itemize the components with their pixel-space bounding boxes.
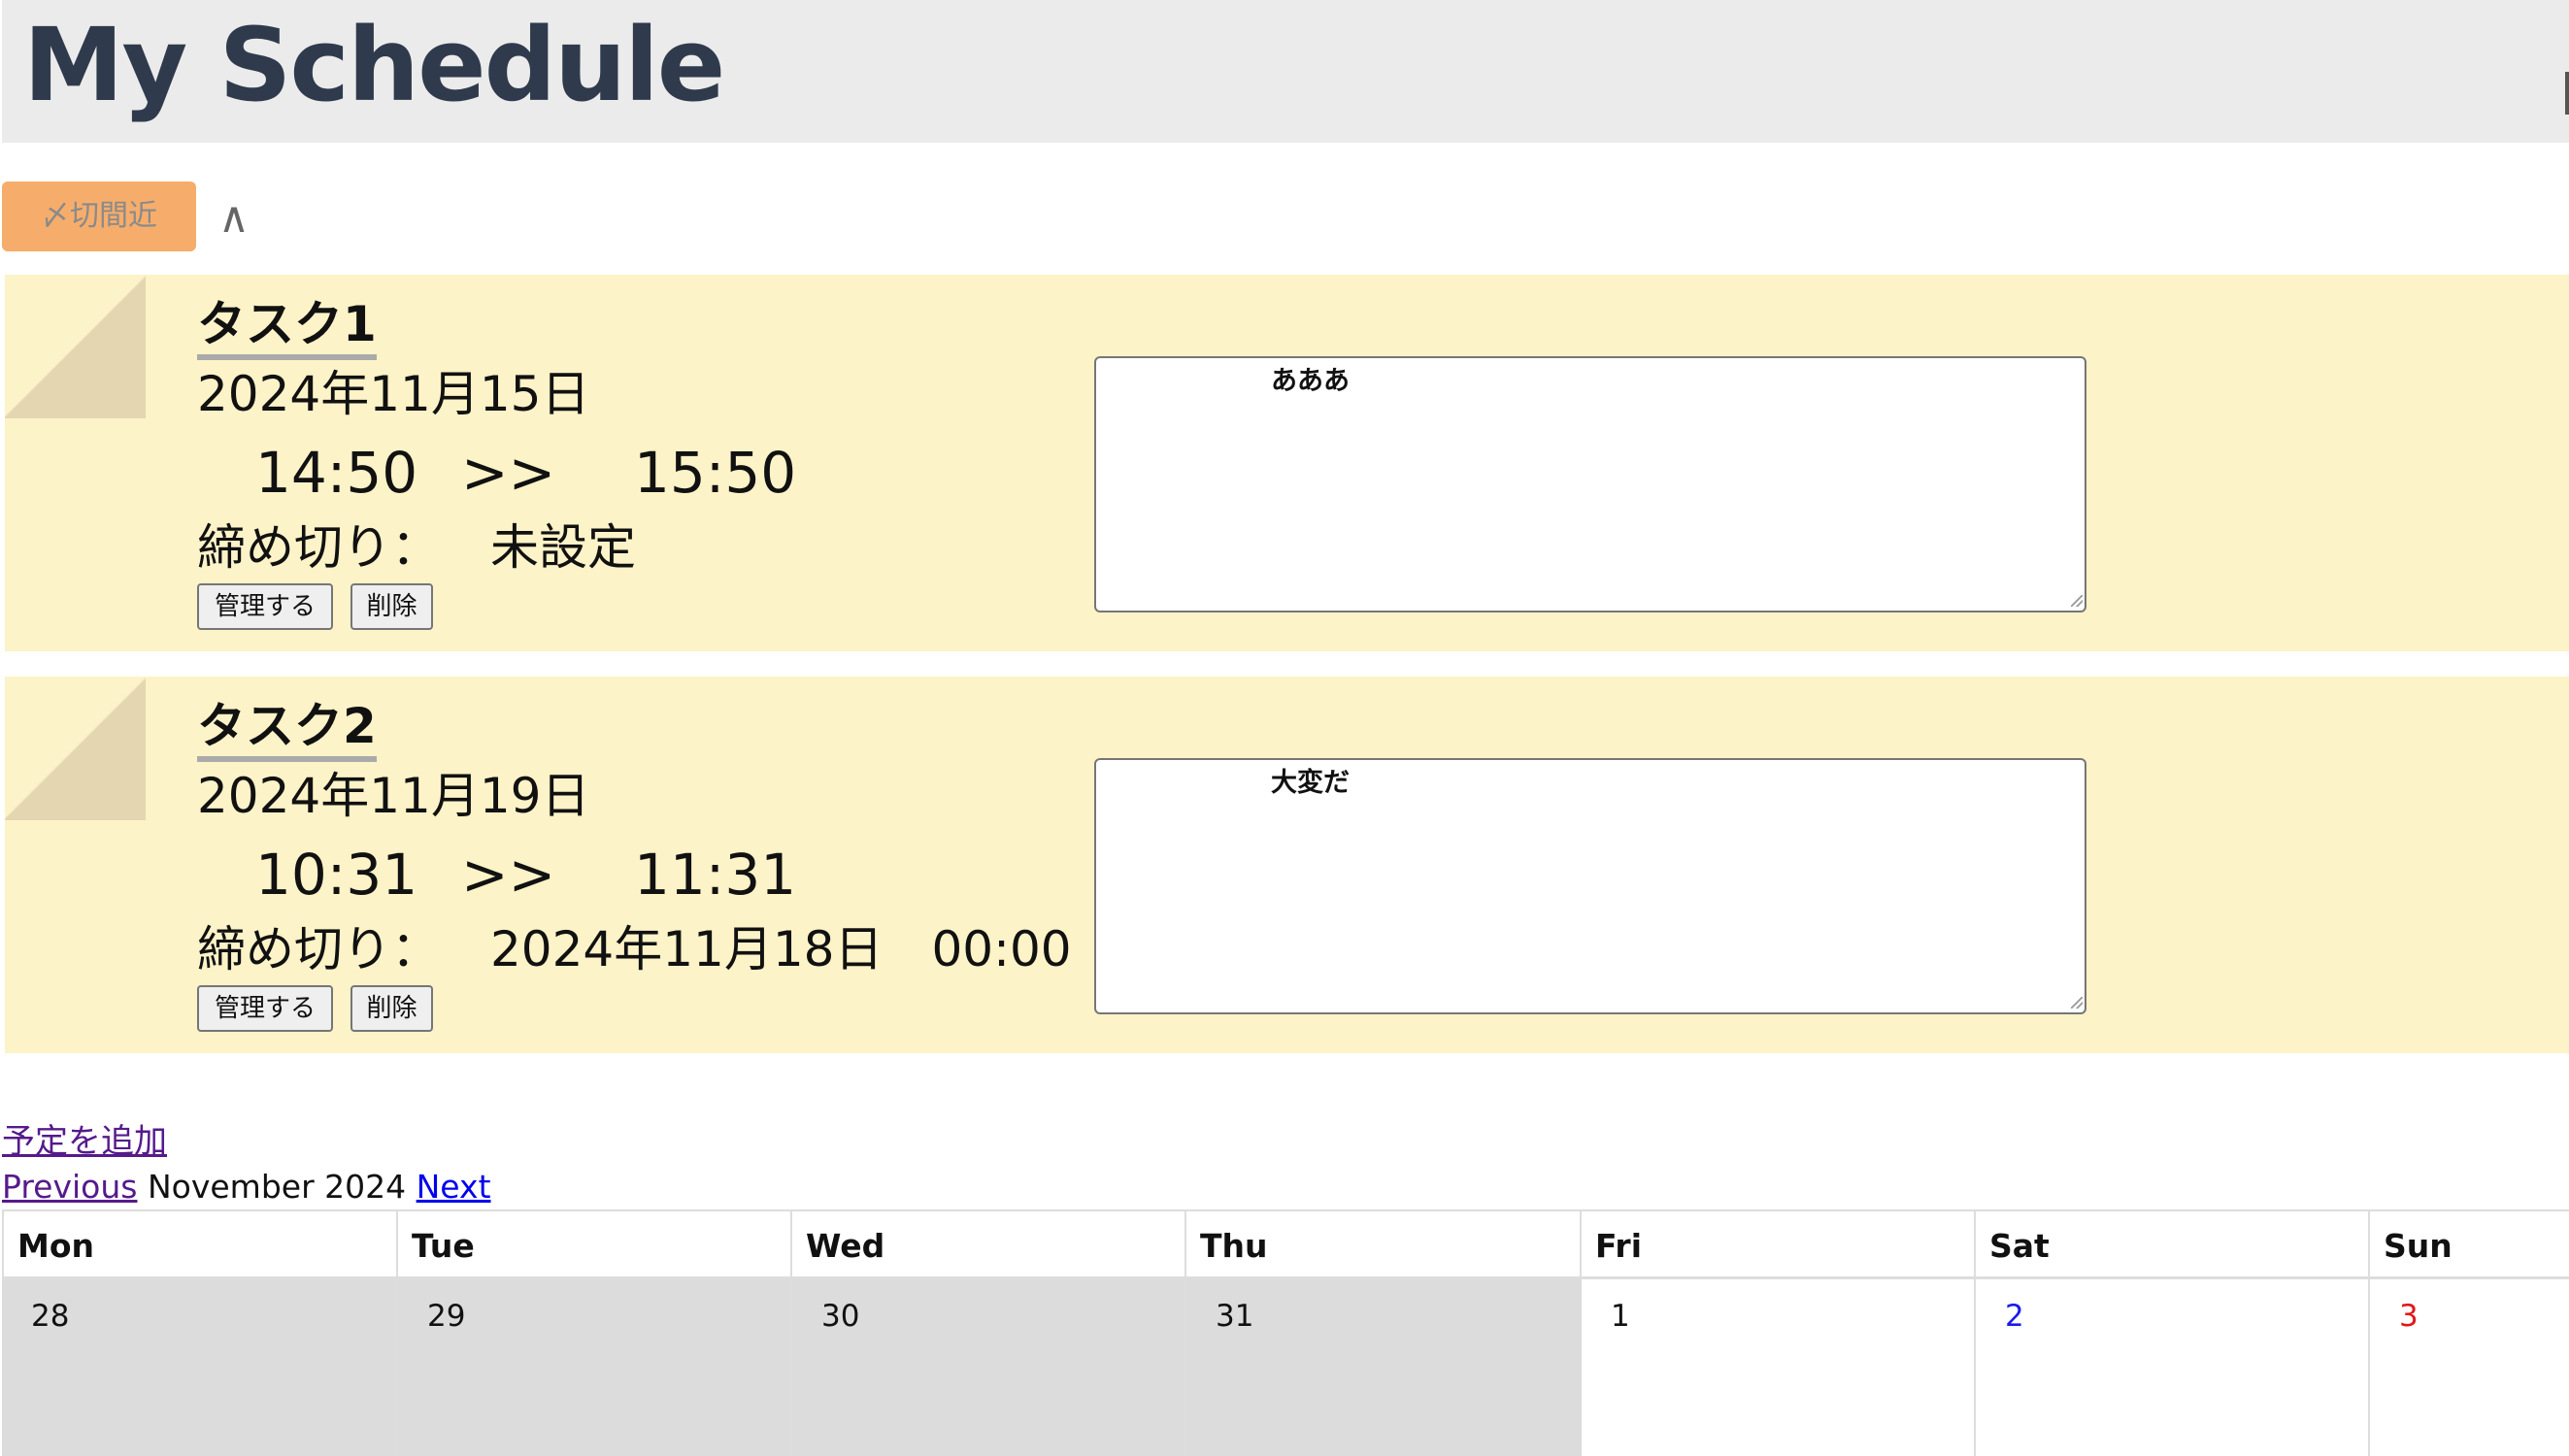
manage-task-button[interactable]: 管理する: [197, 583, 333, 630]
task-memo-textarea[interactable]: あああ: [1094, 356, 2086, 612]
time-arrow: >>: [461, 440, 556, 506]
delete-task-button[interactable]: 削除: [350, 583, 433, 630]
calendar-day-cell-saturday[interactable]: 2: [1976, 1279, 2370, 1456]
calendar-day-cell[interactable]: 29: [398, 1279, 792, 1456]
weekday-header-sun: Sun: [2370, 1209, 2569, 1279]
deadline-value: 未設定: [490, 519, 636, 576]
task-title: タスク1: [197, 294, 377, 360]
deadline-label: 締め切り：: [197, 519, 440, 576]
weekday-header-thu: Thu: [1186, 1209, 1582, 1279]
add-schedule-link[interactable]: 予定を追加: [2, 1119, 167, 1164]
task-deadline: 締め切り： 2024年11月18日 00:00: [197, 919, 1072, 979]
calendar-day-cell[interactable]: 31: [1186, 1279, 1582, 1456]
deadline-value: 2024年11月18日 00:00: [490, 921, 1072, 977]
weekday-header-fri: Fri: [1582, 1209, 1976, 1279]
weekday-header-tue: Tue: [398, 1209, 792, 1279]
weekday-header-wed: Wed: [792, 1209, 1186, 1279]
month-calendar: Mon Tue Wed Thu Fri Sat Sun 28 29 30 31 …: [2, 1209, 2569, 1456]
month-navigation: Previous November 2024 Next: [2, 1166, 491, 1208]
deadline-soon-button[interactable]: 〆切間近: [2, 182, 196, 251]
weekday-header-sat: Sat: [1976, 1209, 2370, 1279]
task-deadline: 締め切り： 未設定: [197, 517, 636, 578]
task-end-time: 15:50: [634, 440, 797, 506]
task-start-time: 14:50: [255, 440, 418, 506]
task-start-time: 10:31: [255, 842, 418, 908]
folded-corner-decoration: [5, 677, 146, 820]
header-scroll-edge: [2565, 72, 2569, 115]
previous-month-link[interactable]: Previous: [2, 1168, 137, 1206]
calendar-day-cell-sunday[interactable]: 3: [2370, 1279, 2569, 1456]
time-arrow: >>: [461, 842, 556, 908]
textarea-resize-grip[interactable]: [2071, 595, 2083, 607]
task-date: 2024年11月15日: [197, 366, 590, 422]
textarea-resize-grip[interactable]: [2071, 997, 2083, 1009]
delete-task-button[interactable]: 削除: [350, 985, 433, 1032]
calendar-day-cell[interactable]: 1: [1582, 1279, 1976, 1456]
task-title: タスク2: [197, 696, 377, 762]
task-memo-textarea[interactable]: 大変だ: [1094, 758, 2086, 1014]
manage-task-button[interactable]: 管理する: [197, 985, 333, 1032]
task-card: タスク1 2024年11月15日 14:50 >> 15:50 締め切り： 未設定…: [5, 275, 2569, 651]
task-date: 2024年11月19日: [197, 768, 590, 824]
folded-corner-decoration: [5, 275, 146, 418]
current-month-label: November 2024: [147, 1168, 407, 1206]
calendar-day-cell[interactable]: 28: [2, 1279, 398, 1456]
task-card: タスク2 2024年11月19日 10:31 >> 11:31 締め切り： 202…: [5, 677, 2569, 1053]
task-end-time: 11:31: [634, 842, 797, 908]
app-title: My Schedule: [23, 6, 725, 124]
collapse-chevron-up-icon[interactable]: ∧: [210, 194, 258, 243]
calendar-day-cell[interactable]: 30: [792, 1279, 1186, 1456]
deadline-label: 締め切り：: [197, 921, 440, 977]
next-month-link[interactable]: Next: [417, 1168, 491, 1206]
app-header: My Schedule: [2, 0, 2569, 143]
weekday-header-mon: Mon: [2, 1209, 398, 1279]
